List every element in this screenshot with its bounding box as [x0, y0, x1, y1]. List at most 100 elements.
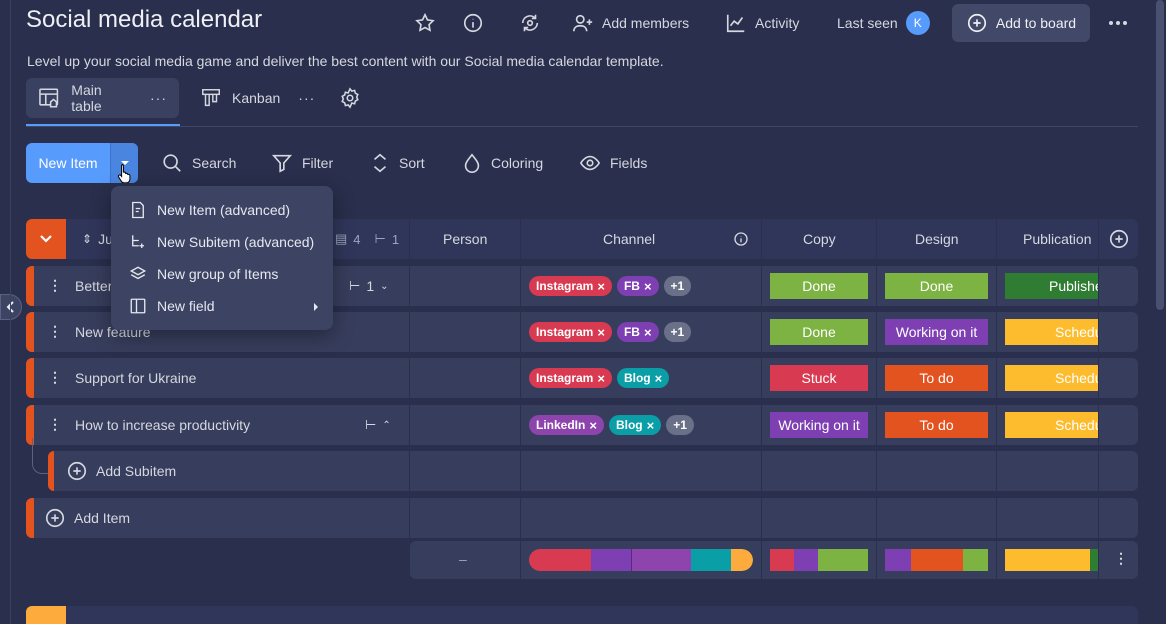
- design-status[interactable]: Done: [885, 273, 988, 299]
- add-to-board-button[interactable]: Add to board: [952, 4, 1090, 42]
- column-separator: [520, 405, 521, 445]
- row-menu-icon[interactable]: ⋮: [48, 277, 62, 294]
- tag-label: Instagram: [536, 371, 594, 385]
- more-tags-badge[interactable]: +1: [666, 415, 694, 435]
- summary-segment: [911, 549, 963, 571]
- droplet-icon: [464, 153, 480, 173]
- search-button[interactable]: Search: [161, 143, 236, 183]
- automations-icon[interactable]: [517, 10, 543, 36]
- group-collapse-button[interactable]: [26, 606, 66, 624]
- column-separator: [996, 266, 997, 306]
- coloring-label: Coloring: [491, 155, 544, 171]
- design-status[interactable]: Working on it: [885, 319, 988, 345]
- filter-button[interactable]: Filter: [271, 143, 333, 183]
- tab-menu-icon[interactable]: ···: [298, 90, 315, 106]
- drag-handle-icon[interactable]: ⇕: [82, 232, 92, 246]
- info-icon[interactable]: [460, 10, 486, 36]
- publication-status[interactable]: Published: [1005, 273, 1098, 299]
- add-person-icon: [573, 14, 593, 32]
- menu-item-new-subitem-advanced[interactable]: New Subitem (advanced): [111, 226, 333, 258]
- summary-row: – ⋮: [410, 541, 1138, 579]
- publication-status[interactable]: Scheduled: [1005, 412, 1098, 438]
- tab-kanban[interactable]: Kanban ···: [188, 78, 327, 118]
- activity-button[interactable]: Activity: [725, 4, 799, 42]
- coloring-button[interactable]: Coloring: [462, 143, 543, 183]
- add-item-button[interactable]: Add Item: [44, 507, 130, 529]
- new-item-button[interactable]: New Item: [26, 143, 110, 183]
- copy-status[interactable]: Working on it: [770, 412, 868, 438]
- more-tags-badge[interactable]: +1: [663, 276, 692, 296]
- row-menu-icon[interactable]: ⋮: [48, 416, 62, 433]
- item-name[interactable]: Support for Ukraine: [75, 370, 196, 386]
- group-name[interactable]: ⇕ Ju: [82, 231, 113, 247]
- add-column-icon[interactable]: [1108, 228, 1130, 253]
- column-header-design[interactable]: Design: [915, 231, 959, 247]
- item-name[interactable]: Better: [75, 278, 112, 294]
- more-options-icon[interactable]: [1106, 10, 1130, 36]
- row-menu-icon[interactable]: ⋮: [48, 323, 62, 340]
- copy-status[interactable]: Stuck: [770, 365, 868, 391]
- more-tags-badge[interactable]: +1: [663, 322, 692, 342]
- copy-summary-bar[interactable]: [770, 549, 868, 571]
- plus-circle-icon: [67, 461, 87, 481]
- remove-tag-icon[interactable]: ×: [597, 371, 605, 386]
- column-separator: [520, 541, 521, 579]
- channel-summary-bar[interactable]: [529, 549, 753, 571]
- design-status[interactable]: To do: [885, 365, 988, 391]
- tag-label: FB: [623, 325, 640, 339]
- column-header-person[interactable]: Person: [443, 231, 487, 247]
- tab-main-table[interactable]: Main table ···: [26, 78, 179, 118]
- table-row[interactable]: ⋮ How to increase productivity ⊢ ⌃ Linke…: [26, 405, 1138, 445]
- column-header-copy[interactable]: Copy: [803, 231, 836, 247]
- menu-item-new-field[interactable]: New field: [111, 290, 333, 322]
- menu-item-new-group[interactable]: New group of Items: [111, 258, 333, 290]
- add-item-row[interactable]: Add Item: [26, 498, 1138, 538]
- tag-label: Instagram: [536, 325, 594, 339]
- tab-menu-icon[interactable]: ···: [150, 90, 167, 106]
- add-members-button[interactable]: Add members: [572, 4, 689, 42]
- last-seen-button[interactable]: Last seen K: [837, 4, 930, 42]
- channel-cell[interactable]: Instagram × FB × +1: [529, 322, 692, 342]
- remove-tag-icon[interactable]: ×: [644, 279, 652, 294]
- column-separator: [1098, 358, 1099, 398]
- copy-status[interactable]: Done: [770, 319, 868, 345]
- remove-tag-icon[interactable]: ×: [597, 325, 605, 340]
- copy-status[interactable]: Done: [770, 273, 868, 299]
- publication-status[interactable]: Scheduled: [1005, 365, 1098, 391]
- remove-tag-icon[interactable]: ×: [647, 418, 655, 433]
- remove-tag-icon[interactable]: ×: [644, 325, 652, 340]
- design-status[interactable]: To do: [885, 412, 988, 438]
- column-header-publication[interactable]: Publication: [1023, 231, 1092, 247]
- board-title[interactable]: Social media calendar: [26, 6, 262, 34]
- collapse-sidebar-button[interactable]: [0, 294, 22, 320]
- column-header-channel[interactable]: Channel: [603, 231, 655, 247]
- column-separator: [1098, 451, 1099, 491]
- gear-icon[interactable]: [338, 86, 362, 110]
- remove-tag-icon[interactable]: ×: [597, 279, 605, 294]
- row-menu-icon[interactable]: ⋮: [48, 369, 62, 386]
- publication-status[interactable]: Scheduled: [1005, 319, 1098, 345]
- summary-menu-icon[interactable]: ⋮: [1114, 550, 1128, 567]
- subitems-toggle[interactable]: ⊢ ⌃: [365, 417, 391, 433]
- group-collapse-button[interactable]: [26, 219, 66, 259]
- cursor-hand-icon: [117, 163, 133, 186]
- subitems-toggle[interactable]: ⊢ 1 ⌄: [349, 278, 389, 294]
- info-icon[interactable]: [733, 231, 749, 250]
- sort-button[interactable]: Sort: [370, 143, 425, 183]
- remove-tag-icon[interactable]: ×: [655, 371, 663, 386]
- channel-cell[interactable]: Instagram × FB × +1: [529, 276, 692, 296]
- channel-cell[interactable]: Instagram × Blog ×: [529, 368, 670, 388]
- add-subitem-button[interactable]: Add Subitem: [66, 460, 176, 482]
- star-icon[interactable]: [412, 10, 438, 36]
- channel-cell[interactable]: LinkedIn × Blog × +1: [529, 415, 694, 435]
- person-summary: –: [459, 551, 467, 567]
- menu-item-new-item-advanced[interactable]: New Item (advanced): [111, 194, 333, 226]
- remove-tag-icon[interactable]: ×: [589, 418, 597, 433]
- add-subitem-row[interactable]: Add Subitem: [48, 451, 1138, 491]
- item-name[interactable]: How to increase productivity: [75, 417, 250, 433]
- vertical-scrollbar[interactable]: [1156, 0, 1164, 310]
- table-row[interactable]: ⋮ Support for Ukraine Instagram × Blog × S…: [26, 358, 1138, 398]
- design-summary-bar[interactable]: [885, 549, 988, 571]
- publication-summary-bar[interactable]: [1005, 549, 1098, 571]
- fields-button[interactable]: Fields: [579, 143, 647, 183]
